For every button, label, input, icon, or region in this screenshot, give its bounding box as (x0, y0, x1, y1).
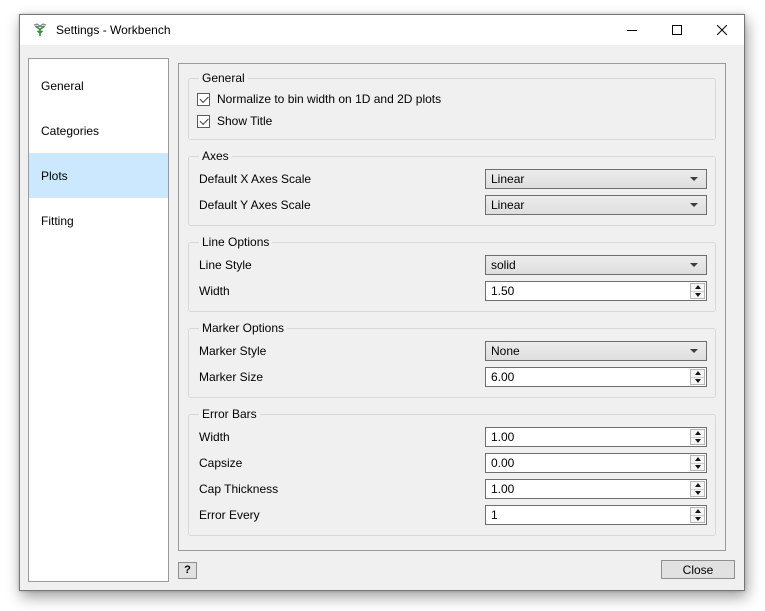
checkbox-label[interactable]: Show Title (217, 114, 272, 128)
close-window-icon[interactable] (699, 15, 744, 45)
close-button[interactable]: Close (661, 560, 735, 579)
spin-buttons (690, 455, 705, 471)
maximize-icon[interactable] (654, 15, 699, 45)
settings-row: Line Stylesolid (197, 252, 707, 278)
spin-down-icon[interactable] (691, 438, 704, 445)
line-options-width-spinbox[interactable]: 1.50 (485, 281, 707, 301)
settings-row: Width1.00 (197, 424, 707, 450)
group-marker-options: Marker OptionsMarker StyleNoneMarker Siz… (188, 321, 716, 398)
spinbox-value[interactable]: 1.50 (486, 284, 514, 298)
normalize-to-bin-width-on-1d-and-2d-plots-checkbox[interactable] (197, 93, 210, 106)
chevron-down-icon (690, 177, 698, 181)
spin-down-icon[interactable] (691, 516, 704, 523)
spin-down-icon[interactable] (691, 490, 704, 497)
combo-value: None (486, 344, 690, 358)
field-label: Marker Style (197, 344, 485, 358)
spinbox-value[interactable]: 1.00 (486, 430, 514, 444)
error-bars-cap-thickness-spinbox[interactable]: 1.00 (485, 479, 707, 499)
field-label: Default Y Axes Scale (197, 198, 485, 212)
minimize-icon[interactable] (609, 15, 654, 45)
settings-row: Error Every1 (197, 502, 707, 528)
sidebar-item-plots[interactable]: Plots (29, 153, 168, 198)
sidebar-item-label: General (41, 79, 84, 93)
chevron-down-icon (690, 349, 698, 353)
field-label: Line Style (197, 258, 485, 272)
settings-row: Capsize0.00 (197, 450, 707, 476)
spin-up-icon[interactable] (691, 482, 704, 490)
field-label: Error Every (197, 508, 485, 522)
line-options-line-style-combo[interactable]: solid (485, 255, 707, 275)
caption-buttons (609, 15, 744, 45)
spinbox-value[interactable]: 6.00 (486, 370, 514, 384)
sidebar-item-fitting[interactable]: Fitting (29, 198, 168, 243)
settings-row: Show Title (197, 110, 707, 132)
checkbox-label[interactable]: Normalize to bin width on 1D and 2D plot… (217, 92, 441, 106)
settings-row: Default X Axes ScaleLinear (197, 166, 707, 192)
help-button[interactable]: ? (178, 562, 197, 579)
axes-default-x-axes-scale-combo[interactable]: Linear (485, 169, 707, 189)
settings-row: Normalize to bin width on 1D and 2D plot… (197, 88, 707, 110)
mantid-logo-icon (33, 23, 47, 37)
group-line-options: Line OptionsLine StylesolidWidth1.50 (188, 235, 716, 312)
spin-down-icon[interactable] (691, 292, 704, 299)
group-title: Axes (199, 149, 232, 163)
sidebar-item-general[interactable]: General (29, 63, 168, 108)
group-error-bars: Error BarsWidth1.00Capsize0.00Cap Thickn… (188, 407, 716, 536)
spin-buttons (690, 429, 705, 445)
group-title: Line Options (199, 235, 272, 249)
spinbox-value[interactable]: 1 (486, 508, 498, 522)
spin-up-icon[interactable] (691, 456, 704, 464)
settings-row: Default Y Axes ScaleLinear (197, 192, 707, 218)
spinbox-value[interactable]: 0.00 (486, 456, 514, 470)
spin-up-icon[interactable] (691, 508, 704, 516)
sidebar-item-label: Plots (41, 169, 68, 183)
field-label: Default X Axes Scale (197, 172, 485, 186)
error-bars-width-spinbox[interactable]: 1.00 (485, 427, 707, 447)
sidebar-item-categories[interactable]: Categories (29, 108, 168, 153)
group-title: Error Bars (199, 407, 260, 421)
sidebar-item-label: Categories (41, 124, 99, 138)
spin-buttons (690, 283, 705, 299)
spin-down-icon[interactable] (691, 378, 704, 385)
settings-row: Cap Thickness1.00 (197, 476, 707, 502)
spin-up-icon[interactable] (691, 430, 704, 438)
spin-buttons (690, 369, 705, 385)
group-title: Marker Options (199, 321, 287, 335)
settings-row: Marker StyleNone (197, 338, 707, 364)
spin-up-icon[interactable] (691, 370, 704, 378)
error-bars-error-every-spinbox[interactable]: 1 (485, 505, 707, 525)
group-general: General Normalize to bin width on 1D and … (188, 71, 716, 140)
field-label: Width (197, 284, 485, 298)
field-label: Capsize (197, 456, 485, 470)
field-label: Cap Thickness (197, 482, 485, 496)
group-title: General (199, 71, 248, 85)
plots-settings-panel: General Normalize to bin width on 1D and … (178, 63, 726, 551)
spin-buttons (690, 507, 705, 523)
combo-value: Linear (486, 198, 690, 212)
sidebar-item-label: Fitting (41, 214, 74, 228)
settings-category-list: General Categories Plots Fitting (28, 58, 169, 582)
show-title-checkbox[interactable] (197, 115, 210, 128)
spin-buttons (690, 481, 705, 497)
spinbox-value[interactable]: 1.00 (486, 482, 514, 496)
window-title: Settings - Workbench (56, 23, 171, 37)
combo-value: solid (486, 258, 690, 272)
settings-row: Width1.50 (197, 278, 707, 304)
marker-options-marker-size-spinbox[interactable]: 6.00 (485, 367, 707, 387)
window-titlebar[interactable]: Settings - Workbench (20, 15, 744, 45)
field-label: Marker Size (197, 370, 485, 384)
settings-row: Marker Size6.00 (197, 364, 707, 390)
error-bars-capsize-spinbox[interactable]: 0.00 (485, 453, 707, 473)
marker-options-marker-style-combo[interactable]: None (485, 341, 707, 361)
chevron-down-icon (690, 203, 698, 207)
group-axes: AxesDefault X Axes ScaleLinearDefault Y … (188, 149, 716, 226)
spin-up-icon[interactable] (691, 284, 704, 292)
axes-default-y-axes-scale-combo[interactable]: Linear (485, 195, 707, 215)
combo-value: Linear (486, 172, 690, 186)
settings-dialog-window: Settings - Workbench General Categories Pl… (19, 14, 745, 591)
field-label: Width (197, 430, 485, 444)
chevron-down-icon (690, 263, 698, 267)
spin-down-icon[interactable] (691, 464, 704, 471)
